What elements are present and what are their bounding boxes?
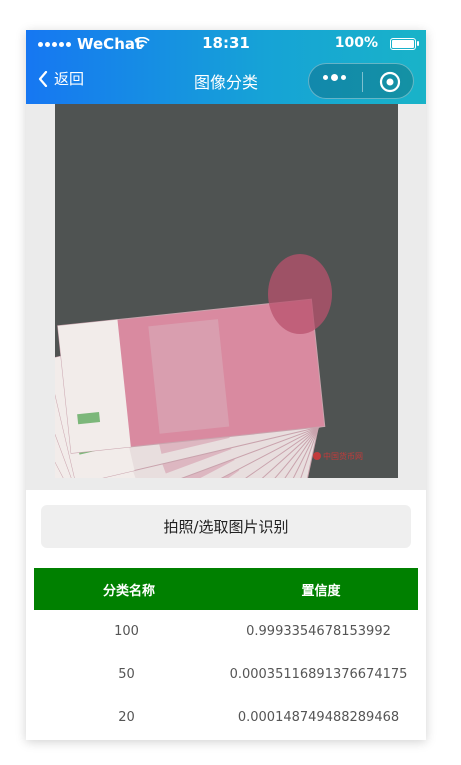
- mini-program-capsule: [308, 63, 414, 99]
- image-preview-area: 中国货币网: [26, 104, 426, 490]
- class-label: 50: [118, 667, 135, 682]
- battery-icon: [390, 38, 419, 50]
- watermark-logo-icon: [313, 452, 321, 460]
- battery-percent: 100%: [334, 35, 378, 51]
- header-confidence: 置信度: [301, 583, 341, 599]
- class-label: 100: [114, 624, 139, 639]
- status-bar: WeChat 18:31 100%: [26, 30, 426, 56]
- table-row: 100 0.9993354678153992: [34, 610, 418, 653]
- capsule-divider: [362, 72, 363, 92]
- confidence-value: 0.00035116891376674175: [229, 667, 408, 682]
- table-row: 20 0.000148749488289468: [34, 696, 418, 739]
- class-label: 20: [118, 710, 135, 725]
- capture-select-image-button[interactable]: 拍照/选取图片识别: [41, 505, 411, 548]
- app-header: WeChat 18:31 100% 返回 图像分类: [26, 30, 426, 104]
- results-table: 分类名称 置信度 100 0.9993354678153992 50 0.000…: [34, 568, 418, 739]
- navigation-bar: 返回 图像分类: [26, 60, 426, 100]
- confidence-value: 0.9993354678153992: [246, 624, 391, 639]
- more-icon[interactable]: [323, 74, 346, 81]
- close-target-icon[interactable]: [379, 71, 401, 93]
- photo-watermark: 中国货币网: [323, 451, 363, 461]
- portrait-mark: [268, 254, 332, 334]
- banknote-photo: 中国货币网: [55, 104, 398, 478]
- table-row: 50 0.00035116891376674175: [34, 653, 418, 696]
- header-class-name: 分类名称: [102, 583, 155, 599]
- confidence-value: 0.000148749488289468: [237, 710, 400, 725]
- phone-frame: WeChat 18:31 100% 返回 图像分类 中国货币网 拍照/选取图片识…: [26, 30, 426, 740]
- banknote-fan-image: 中国货币网: [55, 254, 363, 478]
- table-header: 分类名称 置信度: [34, 568, 418, 610]
